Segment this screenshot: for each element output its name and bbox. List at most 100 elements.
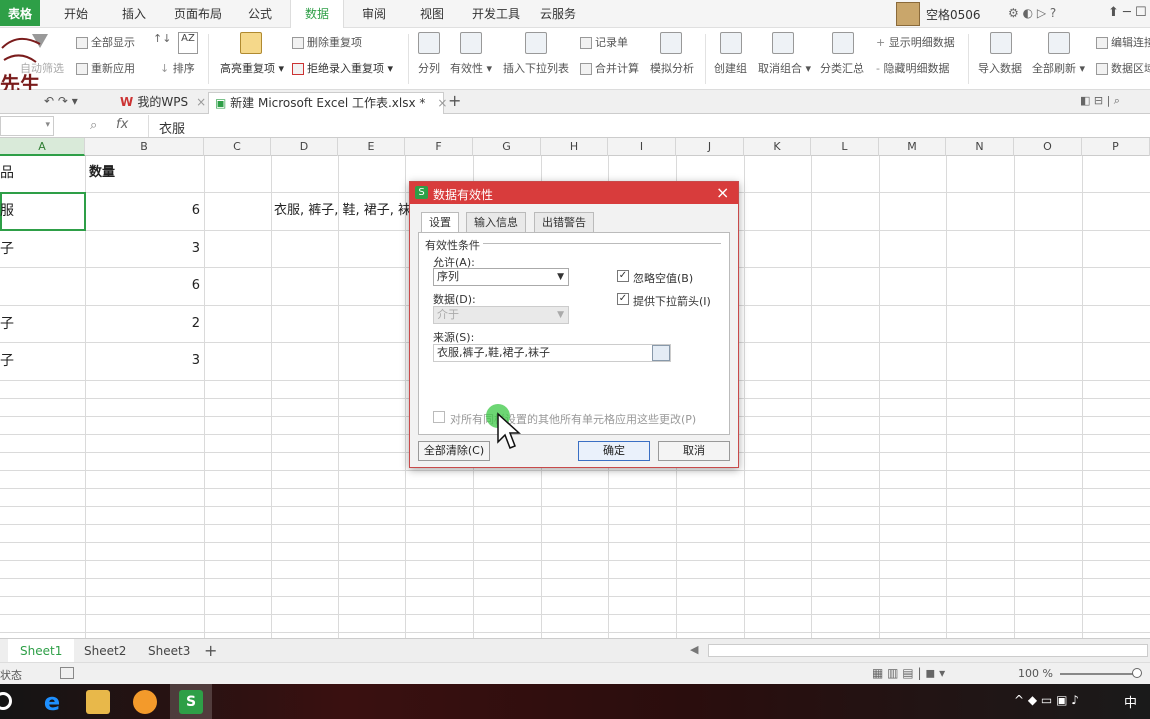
show-detail-button[interactable]: + 显示明细数据 [876, 34, 955, 50]
quick-access-toolbar[interactable]: ↶ ↷ ▾ [44, 94, 78, 108]
reject-dup-button[interactable]: 拒绝录入重复项 ▾ [292, 60, 393, 76]
menu-page-layout[interactable]: 页面布局 [168, 0, 228, 28]
column-header-m[interactable]: M [879, 138, 946, 156]
edit-link-button[interactable]: 编辑连接 [1096, 34, 1150, 50]
apply-all-checkbox[interactable] [433, 411, 445, 423]
menu-developer[interactable]: 开发工具 [466, 0, 526, 28]
simulate-button[interactable]: 模拟分析 [650, 60, 694, 76]
reapply-button[interactable]: 重新应用 [76, 60, 135, 76]
column-header-b[interactable]: B [85, 138, 204, 156]
user-avatar[interactable] [896, 2, 920, 26]
cell-b2[interactable]: 6 [86, 196, 204, 226]
column-header-f[interactable]: F [405, 138, 473, 156]
dropdown-arrow-label[interactable]: 提供下拉箭头(I) [633, 293, 711, 309]
column-header-j[interactable]: J [676, 138, 744, 156]
tab-input-message[interactable]: 输入信息 [466, 212, 526, 232]
column-header-a[interactable]: A [0, 138, 85, 156]
zoom-slider-handle[interactable] [1132, 668, 1142, 678]
edge-browser-icon[interactable]: e [40, 690, 64, 714]
cell-a2[interactable]: 服 [0, 196, 84, 226]
menu-cloud[interactable]: 云服务 [536, 0, 580, 28]
source-input[interactable]: 衣服,裤子,鞋,裙子,袜子 [433, 344, 671, 362]
consolidate-button[interactable]: 合并计算 [580, 60, 639, 76]
ungroup-button[interactable]: 取消组合 ▾ [758, 60, 811, 76]
cell-a5[interactable]: 子 [0, 309, 84, 339]
search-icon[interactable] [0, 692, 12, 710]
sort-az-icon[interactable]: AZ [178, 32, 198, 54]
validity-button[interactable]: 有效性 ▾ [450, 60, 492, 76]
remove-dup-button[interactable]: 删除重复项 [292, 34, 362, 50]
zoom-icon[interactable]: ⌕ [90, 118, 97, 133]
input-method[interactable]: 中 [1124, 692, 1137, 711]
split-column-button[interactable]: 分列 [418, 60, 440, 76]
auto-filter-button[interactable]: 自动筛选 [20, 60, 64, 76]
dropdown-arrow-checkbox[interactable]: ✓ [617, 293, 629, 305]
create-group-button[interactable]: 创建组 [714, 60, 747, 76]
cancel-button[interactable]: 取消 [658, 441, 730, 461]
tab-my-wps[interactable]: W 我的WPS × [114, 92, 212, 114]
zoom-level[interactable]: 100 % [1018, 667, 1053, 680]
menu-home[interactable]: 开始 [56, 0, 96, 28]
allow-select[interactable]: 序列 ▼ [433, 268, 569, 286]
menu-insert[interactable]: 插入 [112, 0, 156, 28]
cell-b4[interactable]: 6 [86, 271, 204, 301]
cell-b5[interactable]: 2 [86, 309, 204, 339]
close-icon[interactable]: × [716, 183, 729, 202]
view-mode-icons[interactable]: ▦ ▥ ▤ | ◼ ▾ [872, 666, 945, 680]
column-header-n[interactable]: N [946, 138, 1014, 156]
column-header-g[interactable]: G [473, 138, 541, 156]
horizontal-scrollbar[interactable] [708, 644, 1148, 657]
ignore-blank-checkbox[interactable]: ✓ [617, 270, 629, 282]
cell-a6[interactable]: 子 [0, 346, 84, 376]
system-tray-icons[interactable]: ^ ◆ ▭ ▣ ♪ [1014, 693, 1079, 707]
tab-settings[interactable]: 设置 [421, 212, 459, 233]
formula-input[interactable]: 衣服 [148, 115, 1148, 137]
dialog-title-bar[interactable]: S 数据有效性 × [410, 182, 738, 204]
sort-asc-icon[interactable]: ↑↓ [153, 32, 173, 54]
scroll-left-icon[interactable]: ◀ [690, 643, 698, 656]
ok-button[interactable]: 确定 [578, 441, 650, 461]
cell-b6[interactable]: 3 [86, 346, 204, 376]
sheet-tab-2[interactable]: Sheet2 [72, 639, 138, 663]
file-explorer-icon[interactable] [86, 690, 110, 714]
macro-record-icon[interactable] [60, 667, 74, 679]
close-icon[interactable]: × [437, 96, 447, 110]
data-area-button[interactable]: 数据区域 [1096, 60, 1150, 76]
add-tab-button[interactable]: + [448, 91, 461, 110]
sheet-tab-1[interactable]: Sheet1 [8, 639, 75, 663]
column-header-o[interactable]: O [1014, 138, 1082, 156]
close-icon[interactable]: × [196, 95, 206, 109]
name-box[interactable]: ▾ [0, 116, 54, 136]
import-data-button[interactable]: 导入数据 [978, 60, 1022, 76]
column-header-d[interactable]: D [271, 138, 338, 156]
ignore-blank-label[interactable]: 忽略空值(B) [633, 270, 693, 286]
tab-error-alert[interactable]: 出错警告 [534, 212, 594, 232]
menu-formula[interactable]: 公式 [240, 0, 280, 28]
window-controls[interactable]: ⬆ ─ ☐ [1108, 5, 1147, 20]
range-picker-icon[interactable] [652, 345, 670, 361]
zoom-slider[interactable] [1060, 673, 1140, 675]
data-select[interactable]: 介于 ▼ [433, 306, 569, 324]
fx-icon[interactable]: fx [116, 117, 128, 132]
cell-b1[interactable]: 数量 [89, 158, 199, 188]
column-header-p[interactable]: P [1082, 138, 1150, 156]
menu-view[interactable]: 视图 [412, 0, 452, 28]
app-icon[interactable] [133, 690, 157, 714]
subtotal-button[interactable]: 分类汇总 [820, 60, 864, 76]
show-all-button[interactable]: 全部显示 [76, 34, 135, 50]
insert-dropdown-button[interactable]: 插入下拉列表 [503, 60, 569, 76]
record-sheet-button[interactable]: 记录单 [580, 34, 628, 50]
menu-review[interactable]: 审阅 [354, 0, 394, 28]
clear-all-button[interactable]: 全部清除(C) [418, 441, 490, 461]
menu-data[interactable]: 数据 [290, 0, 344, 28]
tab-excel-file[interactable]: ▣ 新建 Microsoft Excel 工作表.xlsx * × [208, 92, 447, 114]
cell-d2[interactable]: 衣服, 裤子, 鞋, 裙子, 袜 [274, 196, 414, 226]
highlight-dup-button[interactable]: 高亮重复项 ▾ [220, 60, 284, 76]
add-sheet-button[interactable]: + [204, 641, 217, 660]
column-header-i[interactable]: I [608, 138, 676, 156]
sheet-tab-3[interactable]: Sheet3 [136, 639, 202, 663]
wps-taskbar-item[interactable]: S [170, 684, 212, 719]
refresh-all-button[interactable]: 全部刷新 ▾ [1032, 60, 1085, 76]
column-header-k[interactable]: K [744, 138, 811, 156]
column-header-c[interactable]: C [204, 138, 271, 156]
